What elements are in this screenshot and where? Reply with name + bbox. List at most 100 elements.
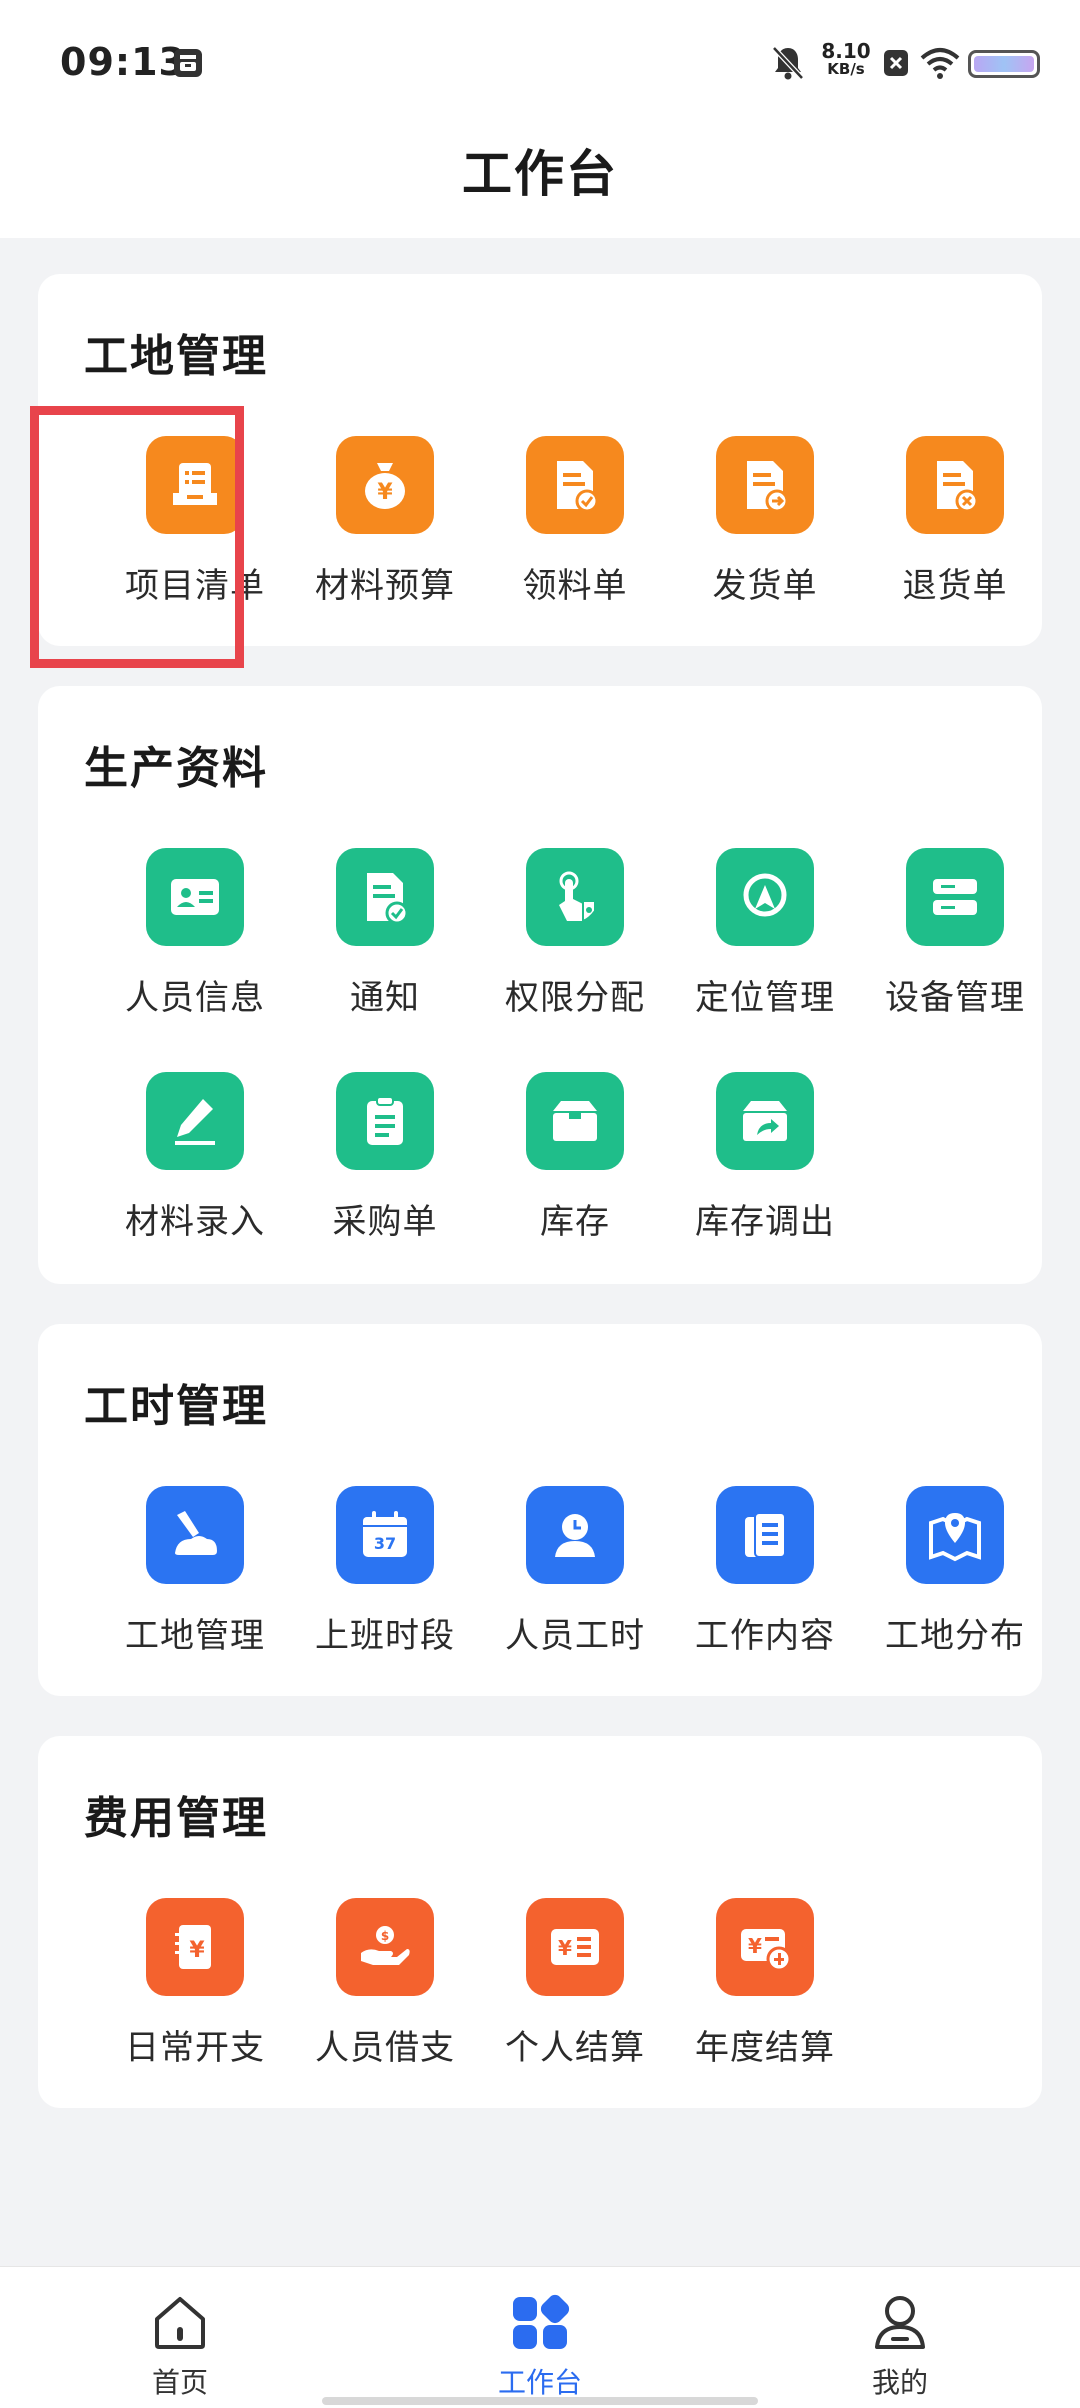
location-icon bbox=[716, 848, 814, 946]
section-title: 工时管理 bbox=[84, 1381, 268, 1432]
section-work-hours: 工时管理 工地管理 37 上班时段 人员工时 工作内容 工地分布 bbox=[38, 1324, 1042, 1696]
tile-work-content[interactable]: 工作内容 bbox=[670, 1486, 860, 1666]
tab-label: 首页 bbox=[151, 2366, 208, 2399]
tile-label: 权限分配 bbox=[505, 978, 645, 1018]
tile-label: 日常开支 bbox=[125, 2028, 265, 2068]
svg-text:37: 37 bbox=[374, 1534, 396, 1553]
tile-site-distribution[interactable]: 工地分布 bbox=[860, 1486, 1050, 1666]
tile-label: 定位管理 bbox=[695, 978, 835, 1018]
tile-label: 领料单 bbox=[522, 566, 628, 606]
tile-label: 人员借支 bbox=[315, 2028, 455, 2068]
map-pin-icon bbox=[906, 1486, 1004, 1584]
tile-label: 个人结算 bbox=[505, 2028, 645, 2068]
receipt-send-icon bbox=[716, 436, 814, 534]
network-speed: 8.10 KB/s bbox=[816, 41, 876, 78]
tile-label: 材料录入 bbox=[125, 1202, 265, 1242]
tile-staff-hours[interactable]: 人员工时 bbox=[480, 1486, 670, 1666]
tile-label: 人员工时 bbox=[505, 1616, 645, 1656]
money-bag-icon: ¥ bbox=[336, 436, 434, 534]
id-card-icon bbox=[146, 848, 244, 946]
clipboard-icon bbox=[336, 1072, 434, 1170]
permission-icon bbox=[526, 848, 624, 946]
tile-personal-settlement[interactable]: ¥ 个人结算 bbox=[480, 1898, 670, 2078]
tile-purchase-order[interactable]: 采购单 bbox=[290, 1072, 480, 1252]
tile-label: 库存调出 bbox=[695, 1202, 835, 1242]
svg-text:¥: ¥ bbox=[748, 1934, 762, 1958]
tile-label: 年度结算 bbox=[695, 2028, 835, 2068]
tile-daily-expense[interactable]: ¥ 日常开支 bbox=[100, 1898, 290, 2078]
home-indicator[interactable] bbox=[322, 2397, 758, 2405]
svg-text:$: $ bbox=[381, 1929, 389, 1943]
tile-permission[interactable]: 权限分配 bbox=[480, 848, 670, 1028]
device-icon bbox=[906, 848, 1004, 946]
tile-label: 人员信息 bbox=[125, 978, 265, 1018]
tab-label: 工作台 bbox=[497, 2366, 582, 2399]
screen: 09:13 8.10 KB/s 工作台 工地管理 项目清单 ¥ 材料预算 领料单… bbox=[0, 0, 1080, 2408]
tile-material-entry[interactable]: 材料录入 bbox=[100, 1072, 290, 1252]
wifi-icon bbox=[920, 48, 960, 79]
tab-home[interactable]: 首页 bbox=[70, 2267, 290, 2408]
workbench-icon bbox=[513, 2294, 570, 2349]
expense-icon: ¥ bbox=[146, 1898, 244, 1996]
tile-label: 上班时段 bbox=[315, 1616, 455, 1656]
notice-icon bbox=[336, 848, 434, 946]
profile-icon bbox=[875, 2296, 925, 2349]
tile-label: 材料预算 bbox=[315, 566, 455, 606]
tile-label: 退货单 bbox=[902, 566, 1008, 606]
section-site-management: 工地管理 项目清单 ¥ 材料预算 领料单 发货单 退货单 bbox=[38, 274, 1042, 646]
home-icon bbox=[155, 2297, 205, 2349]
page-title: 工作台 bbox=[462, 145, 618, 203]
tile-notice[interactable]: 通知 bbox=[290, 848, 480, 1028]
tile-label: 工地管理 bbox=[125, 1616, 265, 1656]
tab-workbench[interactable]: 工作台 bbox=[430, 2267, 650, 2408]
battery-icon bbox=[968, 50, 1040, 78]
no-sim-icon bbox=[884, 50, 908, 76]
receipt-return-icon bbox=[906, 436, 1004, 534]
tile-inventory-transfer[interactable]: 库存调出 bbox=[670, 1072, 860, 1252]
svg-text:¥: ¥ bbox=[558, 1936, 572, 1960]
tab-label: 我的 bbox=[871, 2366, 928, 2399]
edit-icon bbox=[146, 1072, 244, 1170]
tile-work-shift[interactable]: 37 上班时段 bbox=[290, 1486, 480, 1666]
section-expense-management: 费用管理 ¥ 日常开支 $ 人员借支 ¥ 个人结算 ¥ 年度结算 bbox=[38, 1736, 1042, 2108]
tile-label: 发货单 bbox=[712, 566, 818, 606]
box-icon bbox=[526, 1072, 624, 1170]
tile-label: 工作内容 bbox=[695, 1616, 835, 1656]
tile-staff-loan[interactable]: $ 人员借支 bbox=[290, 1898, 480, 2078]
status-bar: 09:13 8.10 KB/s bbox=[0, 0, 1080, 118]
tile-material-budget[interactable]: ¥ 材料预算 bbox=[290, 436, 480, 616]
annual-settle-icon: ¥ bbox=[716, 1898, 814, 1996]
tile-label: 库存 bbox=[540, 1202, 610, 1242]
tile-inventory[interactable]: 库存 bbox=[480, 1072, 670, 1252]
document-list-icon bbox=[146, 436, 244, 534]
tile-location-management[interactable]: 定位管理 bbox=[670, 848, 860, 1028]
tile-device-management[interactable]: 设备管理 bbox=[860, 848, 1050, 1028]
person-clock-icon bbox=[526, 1486, 624, 1584]
construction-icon bbox=[146, 1486, 244, 1584]
bell-muted-icon bbox=[772, 46, 804, 80]
svg-text:¥: ¥ bbox=[189, 1938, 205, 1963]
calendar-icon: 37 bbox=[336, 1486, 434, 1584]
svg-text:¥: ¥ bbox=[377, 480, 393, 505]
tile-return-note[interactable]: 退货单 bbox=[860, 436, 1050, 616]
section-title: 费用管理 bbox=[84, 1793, 268, 1844]
header: 工作台 bbox=[0, 118, 1080, 238]
tile-label: 工地分布 bbox=[885, 1616, 1025, 1656]
tile-label: 项目清单 bbox=[125, 566, 265, 606]
tile-project-list[interactable]: 项目清单 bbox=[100, 436, 290, 616]
tile-picking-list[interactable]: 领料单 bbox=[480, 436, 670, 616]
notes-icon bbox=[716, 1486, 814, 1584]
tile-staff-info[interactable]: 人员信息 bbox=[100, 848, 290, 1028]
tile-delivery-note[interactable]: 发货单 bbox=[670, 436, 860, 616]
status-time: 09:13 bbox=[60, 40, 186, 84]
receipt-check-icon bbox=[526, 436, 624, 534]
bottom-tab-bar: 首页 工作台 我的 bbox=[0, 2266, 1080, 2408]
tile-label: 设备管理 bbox=[885, 978, 1025, 1018]
loan-hand-icon: $ bbox=[336, 1898, 434, 1996]
personal-settle-icon: ¥ bbox=[526, 1898, 624, 1996]
tile-annual-settlement[interactable]: ¥ 年度结算 bbox=[670, 1898, 860, 2078]
tab-mine[interactable]: 我的 bbox=[790, 2267, 1010, 2408]
tile-label: 通知 bbox=[350, 978, 420, 1018]
section-title: 生产资料 bbox=[84, 743, 268, 794]
tile-site-management[interactable]: 工地管理 bbox=[100, 1486, 290, 1666]
